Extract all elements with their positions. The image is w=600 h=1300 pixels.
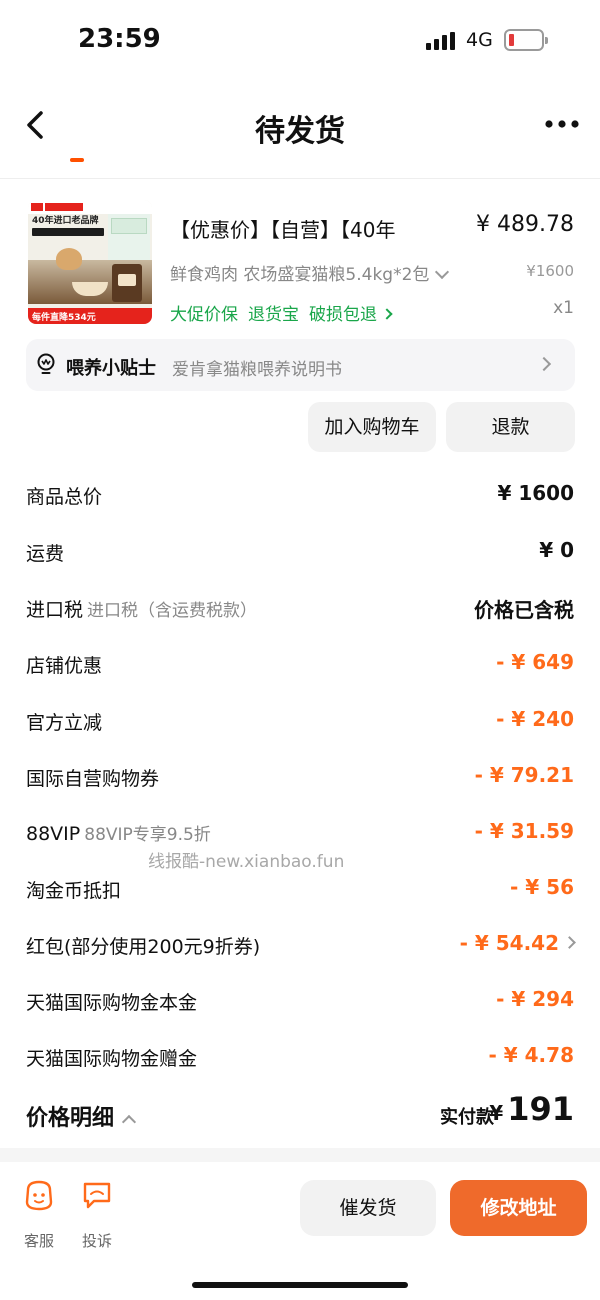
row-value: - ¥ 4.78 bbox=[488, 1043, 575, 1067]
price-row: 进口税 进口税（含运费税款） 价格已含税 bbox=[0, 579, 600, 635]
feeding-tips-banner[interactable]: 喂养小贴士 爱肯拿猫粮喂养说明书 bbox=[26, 339, 575, 391]
customer-service-icon bbox=[25, 1180, 53, 1211]
bottom-action-bar: 客服 投诉 催发货 修改地址 bbox=[0, 1162, 600, 1300]
row-value: - ¥ 240 bbox=[496, 707, 574, 731]
tips-title: 喂养小贴士 bbox=[66, 358, 156, 379]
row-value: - ¥ 54.42 bbox=[460, 931, 576, 955]
total-amount: ¥191 bbox=[489, 1090, 574, 1128]
price-row: 官方立减 - ¥ 240 bbox=[0, 692, 600, 748]
chevron-right-icon bbox=[536, 356, 552, 372]
complaint-label: 投诉 bbox=[81, 1232, 112, 1250]
product-image-headline: 40年进口老品牌 bbox=[32, 216, 99, 226]
product-quantity: x1 bbox=[553, 298, 574, 318]
price-detail-toggle[interactable]: 价格明细 bbox=[26, 1100, 137, 1132]
signal-icon bbox=[426, 32, 458, 50]
customer-service-button[interactable]: 客服 bbox=[18, 1178, 58, 1250]
row-value: - ¥ 79.21 bbox=[474, 763, 574, 787]
row-label: 红包(部分使用200元9折券) bbox=[26, 936, 261, 958]
row-label: 店铺优惠 bbox=[26, 655, 103, 677]
watermark: 线报酷-new.xianbao.fun bbox=[148, 852, 345, 872]
red-packet-row[interactable]: 红包(部分使用200元9折券) - ¥ 54.42 bbox=[0, 916, 600, 972]
row-label: 88VIP 88VIP专享9.5折 bbox=[26, 823, 211, 845]
more-dots-icon[interactable] bbox=[544, 114, 580, 134]
product-image-banner: 每件直降534元 bbox=[32, 313, 96, 323]
product-spec-text: 鲜食鸡肉 农场盛宴猫粮5.4kg*2包 bbox=[170, 265, 430, 285]
service-tag: 退货宝 bbox=[248, 305, 299, 325]
row-sublabel: 进口税（含运费税款） bbox=[87, 601, 258, 621]
chevron-right-icon bbox=[381, 308, 393, 320]
customer-service-label: 客服 bbox=[23, 1232, 54, 1250]
refund-button[interactable]: 退款 bbox=[446, 402, 575, 452]
price-row: 店铺优惠 - ¥ 649 bbox=[0, 635, 600, 691]
complaint-button[interactable]: 投诉 bbox=[76, 1178, 116, 1250]
home-indicator bbox=[192, 1282, 408, 1288]
service-tag: 破损包退 bbox=[309, 305, 377, 325]
price-summary: 价格明细 实付款 ¥191 bbox=[0, 1088, 600, 1144]
row-value: - ¥ 56 bbox=[510, 875, 574, 899]
price-row: 天猫国际购物金赠金 - ¥ 4.78 bbox=[0, 1028, 600, 1084]
price-row: 运费 ¥ 0 bbox=[0, 523, 600, 579]
divider bbox=[0, 1148, 600, 1162]
chevron-up-icon bbox=[121, 1114, 137, 1130]
row-sublabel: 88VIP专享9.5折 bbox=[84, 825, 211, 845]
divider bbox=[0, 178, 600, 179]
price-row: 国际自营购物券 - ¥ 79.21 bbox=[0, 748, 600, 804]
service-tags[interactable]: 大促价保 退货宝 破损包退 bbox=[170, 300, 401, 325]
add-to-cart-button[interactable]: 加入购物车 bbox=[308, 402, 436, 452]
product-card[interactable]: 40年进口老品牌 每件直降534元 【优惠价】【自营】【40年 ¥ 489.78… bbox=[0, 196, 600, 330]
product-image[interactable]: 40年进口老品牌 每件直降534元 bbox=[28, 200, 152, 324]
original-price: ¥1600 bbox=[526, 262, 574, 280]
urge-shipment-button[interactable]: 催发货 bbox=[300, 1180, 436, 1236]
price-row: 商品总价 ¥ 1600 bbox=[0, 466, 600, 522]
lightbulb-icon bbox=[37, 353, 55, 374]
row-label: 淘金币抵扣 bbox=[26, 880, 122, 902]
tab-indicator bbox=[70, 158, 84, 162]
price-row: 天猫国际购物金本金 - ¥ 294 bbox=[0, 972, 600, 1028]
tips-description: 爱肯拿猫粮喂养说明书 bbox=[172, 360, 342, 380]
service-tag: 大促价保 bbox=[170, 305, 238, 325]
row-value: - ¥ 31.59 bbox=[474, 819, 574, 843]
complaint-icon bbox=[83, 1182, 111, 1209]
row-value: 价格已含税 bbox=[474, 598, 574, 622]
row-label: 官方立减 bbox=[26, 712, 103, 734]
row-value: - ¥ 294 bbox=[496, 987, 574, 1011]
row-label: 天猫国际购物金赠金 bbox=[26, 1048, 198, 1070]
page-title: 待发货 bbox=[255, 114, 345, 149]
row-label: 运费 bbox=[26, 543, 65, 565]
product-spec[interactable]: 鲜食鸡肉 农场盛宴猫粮5.4kg*2包 bbox=[170, 260, 450, 285]
modify-address-button[interactable]: 修改地址 bbox=[450, 1180, 587, 1236]
row-value: - ¥ 649 bbox=[496, 650, 574, 674]
chevron-right-icon bbox=[563, 936, 576, 949]
row-label: 商品总价 bbox=[26, 486, 103, 508]
row-label: 国际自营购物券 bbox=[26, 768, 160, 790]
row-label: 天猫国际购物金本金 bbox=[26, 992, 198, 1014]
total-label: 实付款 bbox=[440, 1107, 494, 1128]
nav-bar: 待发货 bbox=[0, 88, 600, 164]
network-type: 4G bbox=[466, 29, 493, 51]
product-title[interactable]: 【优惠价】【自营】【40年 bbox=[170, 214, 395, 243]
product-price: ¥ 489.78 bbox=[464, 212, 574, 237]
row-value: ¥ 0 bbox=[539, 538, 574, 562]
row-label: 进口税 进口税（含运费税款） bbox=[26, 599, 258, 621]
chevron-down-icon bbox=[435, 264, 450, 280]
row-value: ¥ 1600 bbox=[497, 481, 574, 505]
battery-icon bbox=[504, 29, 548, 51]
status-time: 23:59 bbox=[78, 24, 161, 54]
status-bar: 23:59 4G bbox=[0, 0, 600, 80]
